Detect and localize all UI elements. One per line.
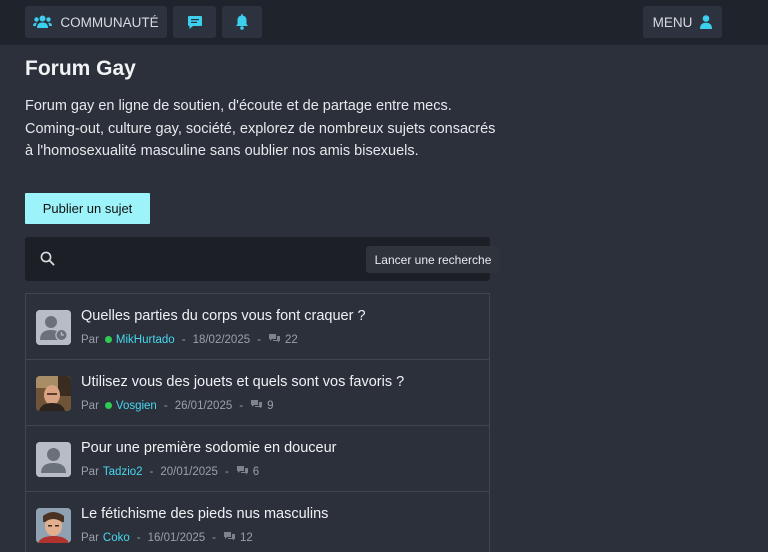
online-status-dot xyxy=(104,336,112,343)
topic-author[interactable]: Vosgien xyxy=(116,400,157,412)
comments-icon xyxy=(250,399,263,412)
search-button[interactable]: Lancer une recherche xyxy=(366,246,500,273)
topic-row[interactable]: Le fétichisme des pieds nus masculins Pa… xyxy=(26,492,489,552)
topic-author[interactable]: Tadzio2 xyxy=(103,466,143,478)
default-avatar-icon xyxy=(36,442,71,477)
by-label: Par xyxy=(81,531,99,544)
separator: - xyxy=(224,465,229,478)
topic-meta: Par Vosgien - 26/01/2025 - 9 xyxy=(81,399,274,412)
separator: - xyxy=(136,531,141,544)
by-label: Par xyxy=(81,465,99,478)
users-icon xyxy=(33,15,53,29)
chat-bubble-icon xyxy=(187,15,203,30)
topic-title[interactable]: Quelles parties du corps vous font craqu… xyxy=(81,308,366,324)
topic-date: 16/01/2025 xyxy=(147,531,206,544)
separator: - xyxy=(149,465,154,478)
default-avatar-icon xyxy=(36,310,71,345)
comments-icon xyxy=(223,531,236,544)
comment-count: 12 xyxy=(240,531,253,544)
bell-icon xyxy=(235,14,249,30)
topic-meta: Par MikHurtado - 18/02/2025 - 22 xyxy=(81,333,298,346)
topic-meta: Par Tadzio2 - 20/01/2025 - 6 xyxy=(81,465,259,478)
menu-label: MENU xyxy=(652,14,693,30)
separator: - xyxy=(163,399,168,412)
page-description: Forum gay en ligne de soutien, d'écoute … xyxy=(25,98,496,159)
comments-icon xyxy=(236,465,249,478)
comment-count: 22 xyxy=(284,333,298,346)
search-icon xyxy=(40,251,55,271)
topic-author[interactable]: MikHurtado xyxy=(116,334,175,346)
topic-list: Quelles parties du corps vous font craqu… xyxy=(25,293,490,552)
menu-button[interactable]: MENU xyxy=(643,6,722,38)
topic-row[interactable]: Utilisez vous des jouets et quels sont v… xyxy=(26,360,489,426)
topic-meta: Par Coko - 16/01/2025 - 12 xyxy=(81,531,253,544)
topic-date: 18/02/2025 xyxy=(192,333,251,346)
separator: - xyxy=(212,531,217,544)
comment-count: 9 xyxy=(267,399,274,412)
by-label: Par xyxy=(81,399,99,412)
topic-row[interactable]: Pour une première sodomie en douceur Par… xyxy=(26,426,489,492)
topic-row[interactable]: Quelles parties du corps vous font craqu… xyxy=(26,294,489,360)
topic-title[interactable]: Utilisez vous des jouets et quels sont v… xyxy=(81,374,404,390)
search-input[interactable] xyxy=(70,247,350,271)
notifications-button[interactable] xyxy=(222,6,262,38)
publish-topic-button[interactable]: Publier un sujet xyxy=(25,193,150,224)
separator: - xyxy=(239,399,244,412)
user-photo-avatar xyxy=(36,376,71,411)
topic-title[interactable]: Pour une première sodomie en douceur xyxy=(81,440,337,456)
chat-button[interactable] xyxy=(173,6,216,38)
page-title: Forum Gay xyxy=(25,57,136,80)
topic-date: 20/01/2025 xyxy=(160,465,218,478)
topic-author[interactable]: Coko xyxy=(103,532,130,544)
top-navbar: COMMUNAUTÉ MENU xyxy=(0,0,768,45)
comments-icon xyxy=(268,333,281,346)
separator: - xyxy=(257,333,261,346)
by-label: Par xyxy=(81,333,99,346)
user-icon xyxy=(700,15,713,29)
community-label: COMMUNAUTÉ xyxy=(60,14,159,30)
online-status-dot xyxy=(104,402,112,409)
comment-count: 6 xyxy=(252,465,260,478)
separator: - xyxy=(181,333,186,346)
community-button[interactable]: COMMUNAUTÉ xyxy=(25,6,167,38)
search-bar: Lancer une recherche xyxy=(25,237,500,281)
topic-date: 26/01/2025 xyxy=(174,399,233,412)
user-photo-avatar xyxy=(36,508,71,543)
topic-title[interactable]: Le fétichisme des pieds nus masculins xyxy=(81,506,328,522)
